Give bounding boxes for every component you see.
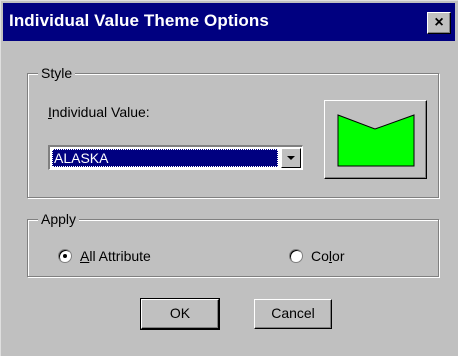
individual-value-label: Individual Value: [48, 104, 150, 120]
polygon-swatch-icon [337, 114, 415, 167]
apply-group: Apply All Attribute Color [27, 211, 439, 277]
theme-options-dialog: Individual Value Theme Options × Style I… [0, 0, 458, 356]
ok-button[interactable]: OK [140, 298, 220, 330]
radio-button-icon[interactable] [58, 249, 72, 263]
dropdown-selected-value: ALASKA [52, 149, 278, 167]
cancel-button[interactable]: Cancel [254, 299, 332, 329]
radio-all-attribute[interactable]: All Attribute [58, 248, 151, 264]
radio-all-attribute-label: All Attribute [80, 248, 151, 264]
chevron-down-icon[interactable] [281, 148, 301, 168]
apply-group-label: Apply [38, 211, 80, 227]
radio-selected-dot-icon [63, 254, 67, 258]
radio-button-icon[interactable] [289, 249, 303, 263]
radio-color-label: Color [311, 248, 345, 264]
individual-value-dropdown[interactable]: ALASKA [48, 145, 303, 170]
close-icon: × [434, 14, 444, 31]
style-group: Style Individual Value: ALASKA [27, 65, 439, 198]
dialog-title: Individual Value Theme Options [9, 11, 269, 30]
close-button[interactable]: × [427, 12, 451, 34]
style-preview-button[interactable] [324, 100, 427, 179]
style-group-label: Style [38, 65, 76, 81]
title-bar[interactable]: Individual Value Theme Options × [3, 3, 455, 41]
radio-color[interactable]: Color [289, 248, 344, 264]
